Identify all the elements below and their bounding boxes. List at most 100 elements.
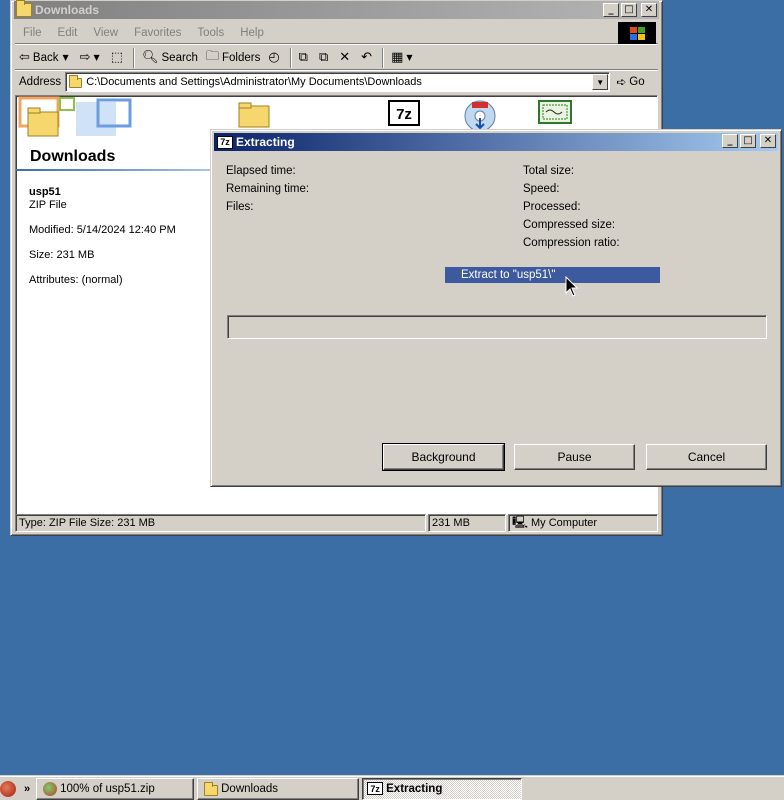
folder-file-icon[interactable]	[238, 100, 270, 128]
windows-logo-icon	[618, 22, 656, 44]
delete-icon: ✕	[339, 50, 351, 65]
mouse-cursor-icon	[565, 276, 579, 297]
task-download-label: 100% of usp51.zip	[60, 782, 155, 795]
undo-button[interactable]: ↶	[357, 47, 379, 69]
search-button[interactable]: 🔍︎ Search	[138, 47, 202, 69]
background-button[interactable]: Background	[382, 443, 505, 471]
taskbar: » 100% of usp51.zip Downloads 7z Extract…	[0, 776, 784, 800]
extraction-progress-bar	[227, 315, 767, 339]
cancel-button[interactable]: Cancel	[646, 444, 767, 470]
quick-launch-icon[interactable]	[0, 780, 16, 797]
close-button[interactable]: ✕	[641, 3, 657, 17]
folders-icon: 🗀	[205, 48, 219, 64]
total-size-label: Total size:	[523, 165, 575, 177]
copy-to-button[interactable]: ⧉	[315, 47, 335, 69]
my-computer-icon: 🖳	[512, 514, 529, 529]
search-icon: 🔍︎	[142, 50, 159, 65]
7zip-icon: 7z	[217, 135, 233, 149]
back-arrow-icon: ⇦	[19, 50, 30, 65]
back-button[interactable]: ⇦ Back ▼	[15, 47, 76, 69]
elapsed-time-label: Elapsed time:	[226, 165, 296, 177]
history-button[interactable]: ◴	[264, 47, 286, 69]
forward-arrow-icon: ⇨	[79, 50, 91, 65]
quick-launch-chevron[interactable]: »	[24, 783, 30, 795]
undo-icon: ↶	[361, 50, 373, 65]
views-button[interactable]: ▦ ▼	[387, 47, 419, 69]
minimize-button[interactable]: _	[603, 3, 619, 17]
search-label: Search	[161, 51, 198, 64]
dialog-titlebar[interactable]: 7z Extracting _ □ ✕	[214, 133, 778, 151]
status-zone: 🖳 My Computer	[508, 514, 658, 532]
status-info: Type: ZIP File Size: 231 MB	[15, 514, 426, 532]
explorer-titlebar[interactable]: Downloads _ □ ✕	[14, 0, 659, 19]
go-button[interactable]: ➪ Go	[616, 75, 644, 89]
address-value: C:\Documents and Settings\Administrator\…	[86, 76, 422, 88]
task-downloads-folder[interactable]: Downloads	[197, 777, 360, 800]
selected-file-name: usp51	[29, 186, 61, 198]
forward-button[interactable]: ⇨ ▼	[76, 47, 107, 69]
maximize-button[interactable]: □	[621, 3, 637, 17]
processed-label: Processed:	[523, 201, 581, 213]
close-button[interactable]: ✕	[760, 134, 776, 148]
menu-favorites[interactable]: Favorites	[126, 27, 189, 39]
selected-file-type: ZIP File	[29, 199, 67, 211]
delete-button[interactable]: ✕	[335, 47, 357, 69]
toolbar-separator	[289, 47, 292, 68]
back-label: Back	[32, 51, 59, 64]
pause-button[interactable]: Pause	[514, 444, 635, 470]
minimize-button[interactable]: _	[722, 134, 738, 148]
move-to-icon: ⧉	[298, 50, 308, 65]
file-details-panel: usp51 ZIP File Modified: 5/14/2024 12:40…	[29, 186, 214, 287]
menu-edit[interactable]: Edit	[50, 27, 86, 39]
task-extracting-label: Extracting	[386, 782, 443, 795]
7zip-file-icon[interactable]: 7z	[388, 100, 420, 129]
address-label: Address	[19, 76, 62, 88]
menu-bar: File Edit View Favorites Tools Help	[15, 22, 658, 44]
compressed-size-label: Compressed size:	[523, 219, 616, 231]
status-bar: Type: ZIP File Size: 231 MB 231 MB 🖳 My …	[15, 514, 658, 532]
files-label: Files:	[226, 201, 254, 213]
toolbar-separator	[133, 47, 135, 68]
views-icon: ▦	[391, 50, 404, 65]
maximize-button[interactable]: □	[740, 134, 756, 148]
task-downloads-label: Downloads	[221, 782, 279, 795]
folders-label: Folders	[221, 51, 261, 64]
certificate-file-icon[interactable]	[538, 100, 572, 129]
extract-destination: Extract to "usp51\"	[445, 267, 660, 283]
task-download[interactable]: 100% of usp51.zip	[36, 777, 195, 800]
selected-file-attributes: Attributes: (normal)	[29, 274, 123, 286]
extracting-dialog: 7z Extracting _ □ ✕ Elapsed time: Remain…	[210, 129, 782, 487]
up-folder-button[interactable]: ⬚	[107, 47, 130, 69]
folder-icon	[69, 75, 83, 88]
address-bar: Address C:\Documents and Settings\Admini…	[15, 71, 658, 93]
move-to-button[interactable]: ⧉	[295, 47, 315, 69]
chevron-down-icon: ▼	[93, 53, 100, 62]
up-folder-icon: ⬚	[110, 50, 123, 65]
heading-divider	[16, 169, 212, 171]
remaining-time-label: Remaining time:	[226, 183, 310, 195]
task-extracting[interactable]: 7z Extracting	[362, 777, 523, 800]
address-dropdown-button[interactable]: ▼	[592, 74, 609, 90]
toolbar: ⇦ Back ▼ ⇨ ▼ ⬚ 🔍︎ Search 🗀 Folders ◴ ⧉ ⧉…	[15, 46, 658, 70]
menu-view[interactable]: View	[85, 27, 126, 39]
svg-text:7z: 7z	[396, 106, 412, 123]
dialog-title: Extracting	[236, 135, 295, 149]
menu-tools[interactable]: Tools	[189, 27, 232, 39]
copy-to-icon: ⧉	[318, 50, 329, 65]
download-progress-icon	[43, 781, 58, 796]
folder-heading: Downloads	[30, 148, 116, 165]
selected-file-modified: Modified: 5/14/2024 12:40 PM	[29, 224, 176, 236]
go-arrow-icon: ➪	[616, 75, 627, 89]
address-input[interactable]: C:\Documents and Settings\Administrator\…	[65, 72, 611, 92]
toolbar-separator	[382, 47, 385, 68]
folders-button[interactable]: 🗀 Folders	[202, 47, 264, 69]
folder-icon	[16, 0, 32, 17]
7zip-icon: 7z	[367, 782, 384, 795]
chevron-down-icon: ▼	[406, 53, 413, 62]
menu-help[interactable]: Help	[232, 27, 272, 39]
status-zone-label: My Computer	[531, 517, 598, 529]
menu-file[interactable]: File	[15, 27, 50, 39]
compression-ratio-label: Compression ratio:	[523, 237, 620, 249]
chevron-down-icon: ▼	[62, 53, 69, 62]
speed-label: Speed:	[523, 183, 560, 195]
